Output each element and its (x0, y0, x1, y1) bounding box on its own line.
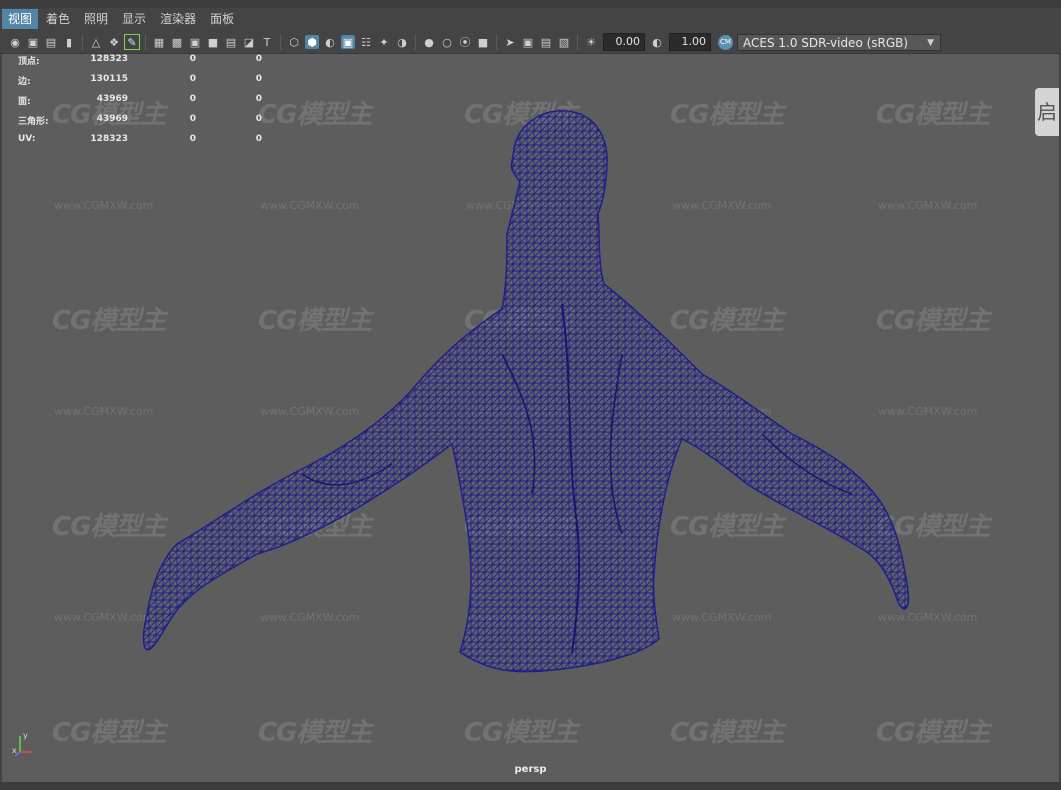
toolbar-separator (415, 34, 416, 50)
toolbar-separator (577, 34, 578, 50)
panel-menu-bar: 视图 着色 照明 显示 渲染器 面板 (0, 8, 1061, 30)
xray-icon[interactable]: ▣ (521, 35, 535, 49)
color-management-icon[interactable]: CM (718, 34, 733, 50)
menu-view[interactable]: 视图 (2, 9, 39, 29)
menu-panels[interactable]: 面板 (204, 9, 240, 29)
motion-blur-icon[interactable]: ○ (440, 35, 454, 49)
perspective-viewport[interactable]: CG模型主 CG模型主 CG模型主 CG模型主 CG模型主 CG模型主 CG模型主 CG模型主… (2, 54, 1059, 782)
view-transform-value: ACES 1.0 SDR-video (sRGB) (743, 35, 909, 50)
menu-shading[interactable]: 着色 (40, 9, 76, 29)
gamma-field[interactable]: 1.00 (669, 33, 711, 51)
menu-renderer[interactable]: 渲染器 (154, 9, 202, 29)
camera-attributes-icon[interactable]: ▣ (26, 35, 40, 49)
textured-icon[interactable]: ☷ (359, 35, 373, 49)
field-chart-icon[interactable]: ▤ (224, 35, 238, 49)
wireframe-mode-icon[interactable]: ⬡ (287, 35, 301, 49)
window-top-strip (0, 0, 1061, 8)
axis-y-label: y (23, 731, 28, 740)
camera-name-label: persp (514, 764, 547, 775)
mesh-body (142, 110, 909, 673)
xray-joints-icon[interactable]: ▤ (539, 35, 553, 49)
axis-x-label: x (12, 746, 17, 755)
backface-culling-icon[interactable]: ▧ (557, 35, 571, 49)
isolate-select-icon[interactable]: ➤ (503, 35, 517, 49)
shadows-icon[interactable]: ◑ (395, 35, 409, 49)
smooth-shade-icon[interactable]: ⬢ (305, 35, 319, 49)
menu-lighting[interactable]: 照明 (78, 9, 114, 29)
film-gate-icon[interactable]: ▩ (170, 35, 184, 49)
menu-show[interactable]: 显示 (116, 9, 152, 29)
exposure-icon[interactable]: ☀ (584, 35, 598, 49)
toolbar-separator (496, 34, 497, 50)
toolbar-separator (280, 34, 281, 50)
exposure-field[interactable]: 0.00 (603, 33, 645, 51)
screen-space-ao-icon[interactable]: ● (422, 35, 436, 49)
view-transform-select[interactable]: ACES 1.0 SDR-video (sRGB) ▼ (737, 33, 941, 51)
grid-icon[interactable]: ▦ (152, 35, 166, 49)
toolbar-separator (82, 34, 83, 50)
axis-gizmo: y x (12, 731, 32, 757)
use-lights-icon[interactable]: ✦ (377, 35, 391, 49)
safe-action-icon[interactable]: ◪ (242, 35, 256, 49)
chevron-down-icon: ▼ (927, 37, 934, 48)
depth-of-field-icon[interactable]: ■ (476, 35, 490, 49)
2d-pan-zoom-icon[interactable]: ❖ (107, 35, 121, 49)
wireframe-on-shaded-icon[interactable]: ▣ (341, 35, 355, 49)
side-panel-tab[interactable]: 启 (1035, 88, 1059, 136)
wireframe-torso-mesh (142, 110, 909, 673)
toolbar-separator (145, 34, 146, 50)
grease-pencil-icon[interactable]: ✎ (124, 34, 140, 50)
window-bottom-strip (0, 782, 1061, 790)
bookmark-icon[interactable]: ▮ (62, 35, 76, 49)
default-material-icon[interactable]: ◐ (323, 35, 337, 49)
camera-select-icon[interactable]: ◉ (8, 35, 22, 49)
safe-title-icon[interactable]: T (260, 35, 274, 49)
gate-mask-icon[interactable]: ■ (206, 35, 220, 49)
image-plane-icon[interactable]: △ (89, 35, 103, 49)
camera-lock-icon[interactable]: ▤ (44, 35, 58, 49)
anti-aliasing-icon[interactable]: ⦿ (458, 35, 472, 49)
gamma-icon[interactable]: ◐ (650, 35, 664, 49)
panel-toolbar: ◉ ▣ ▤ ▮ △ ❖ ✎ ▦ ▩ ▣ ■ ▤ ◪ T ⬡ ⬢ ◐ ▣ ☷ ✦ … (0, 31, 1061, 54)
resolution-gate-icon[interactable]: ▣ (188, 35, 202, 49)
